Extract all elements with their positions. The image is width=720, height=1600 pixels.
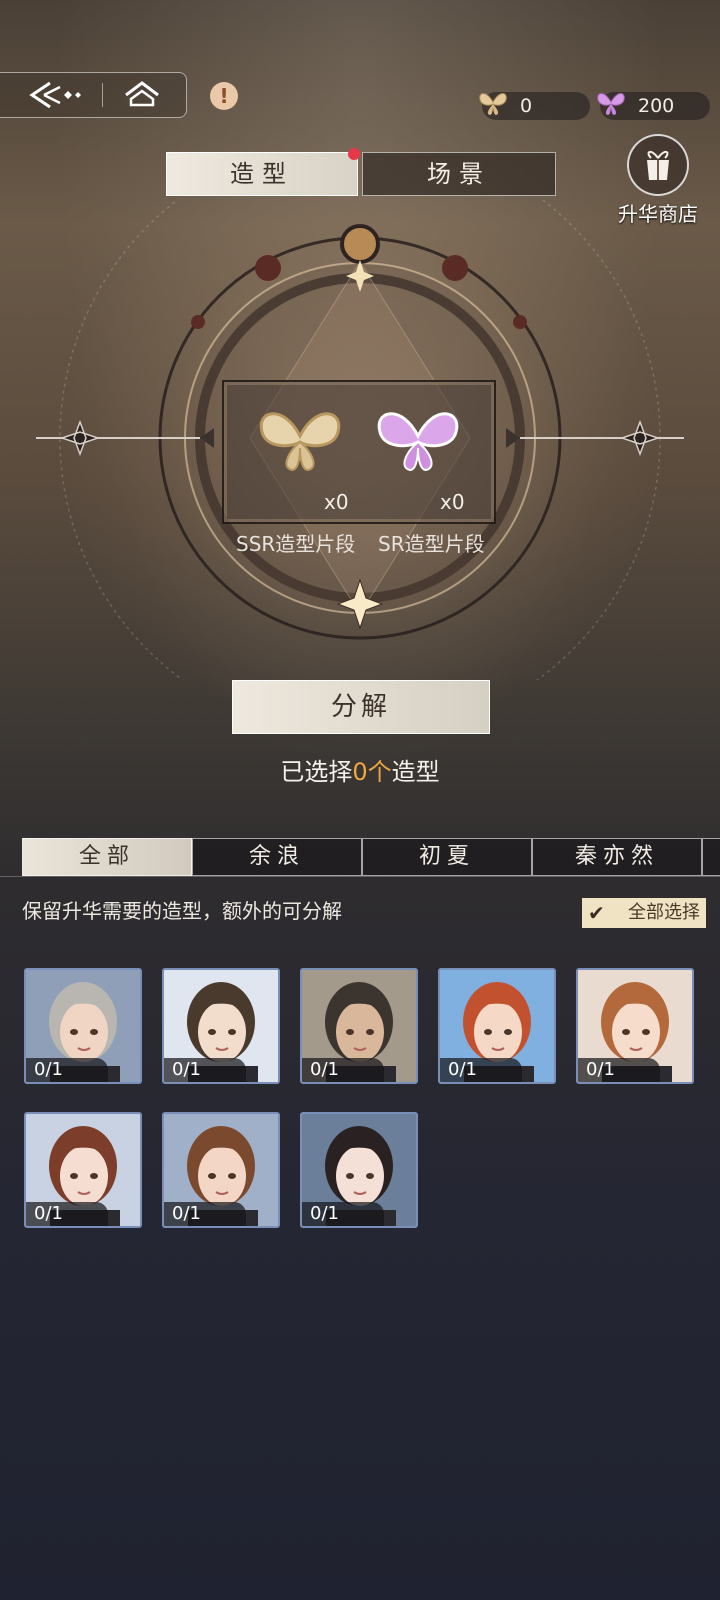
selected-suffix: 造型 bbox=[391, 758, 440, 786]
back-arrow-icon bbox=[29, 81, 81, 109]
owned-count: 0/1 bbox=[26, 1058, 108, 1082]
outfit-card[interactable]: 0/1 bbox=[576, 968, 694, 1084]
outfit-card[interactable]: 0/1 bbox=[162, 1112, 280, 1228]
filter-tab-yulang[interactable]: 余浪 bbox=[192, 838, 362, 876]
owned-count: 0/1 bbox=[164, 1202, 246, 1226]
tab-scene[interactable]: 场景 bbox=[362, 152, 556, 196]
decompose-button[interactable]: 分解 bbox=[232, 680, 490, 734]
pink-butterfly-icon bbox=[597, 93, 625, 115]
owned-count: 0/1 bbox=[302, 1202, 384, 1226]
alert-button[interactable]: ! bbox=[210, 82, 238, 110]
sr-fragment[interactable] bbox=[360, 390, 480, 490]
outfit-card[interactable]: 0/1 bbox=[24, 1112, 142, 1228]
selected-prefix: 已选择 bbox=[280, 758, 353, 786]
select-all-button[interactable]: ✔ 全部选择 bbox=[582, 898, 706, 928]
back-button[interactable] bbox=[24, 77, 84, 113]
owned-count: 0/1 bbox=[440, 1058, 522, 1082]
shop-icon bbox=[627, 134, 689, 196]
filter-tab-qinyiran[interactable]: 秦亦然 bbox=[532, 838, 702, 876]
gold-butterfly-icon bbox=[259, 412, 341, 472]
gold-butterfly-icon bbox=[479, 93, 507, 115]
ssr-fragment[interactable] bbox=[242, 390, 362, 490]
home-button[interactable] bbox=[122, 77, 162, 113]
filter-divider bbox=[0, 876, 720, 877]
sr-currency-value: 200 bbox=[638, 95, 675, 117]
filter-tab-more[interactable] bbox=[702, 838, 720, 876]
selected-count: 0个 bbox=[352, 758, 392, 786]
sr-currency[interactable]: 200 bbox=[597, 92, 710, 120]
filter-tab-chuxia[interactable]: 初夏 bbox=[362, 838, 532, 876]
outfit-card[interactable]: 0/1 bbox=[300, 968, 418, 1084]
owned-count: 0/1 bbox=[164, 1058, 246, 1082]
outfit-card[interactable]: 0/1 bbox=[438, 968, 556, 1084]
select-all-label: 全部选择 bbox=[628, 902, 700, 923]
hint-text: 保留升华需要的造型，额外的可分解 bbox=[22, 899, 342, 923]
owned-count: 0/1 bbox=[302, 1058, 384, 1082]
outfit-card[interactable]: 0/1 bbox=[300, 1112, 418, 1228]
sr-fragment-label: SR造型片段 bbox=[378, 532, 485, 556]
notification-dot bbox=[348, 148, 360, 160]
home-icon bbox=[125, 81, 159, 107]
ssr-currency[interactable]: 0 bbox=[479, 92, 590, 120]
ssr-currency-value: 0 bbox=[520, 95, 533, 117]
checkmark-icon: ✔ bbox=[588, 901, 605, 925]
ssr-fragment-label: SSR造型片段 bbox=[236, 532, 356, 556]
outfit-card[interactable]: 0/1 bbox=[24, 968, 142, 1084]
owned-count: 0/1 bbox=[26, 1202, 108, 1226]
selected-count-text: 已选择0个造型 bbox=[0, 752, 720, 787]
outfit-card[interactable]: 0/1 bbox=[162, 968, 280, 1084]
pink-butterfly-icon bbox=[377, 412, 459, 472]
nav-divider bbox=[102, 83, 103, 107]
tab-style[interactable]: 造型 bbox=[166, 152, 358, 196]
nav-box bbox=[0, 72, 187, 118]
filter-tab-all[interactable]: 全部 bbox=[22, 838, 192, 876]
fragments-panel: x0 x0 bbox=[222, 380, 496, 524]
sr-fragment-count: x0 bbox=[440, 490, 465, 514]
owned-count: 0/1 bbox=[578, 1058, 660, 1082]
ssr-fragment-count: x0 bbox=[324, 490, 349, 514]
